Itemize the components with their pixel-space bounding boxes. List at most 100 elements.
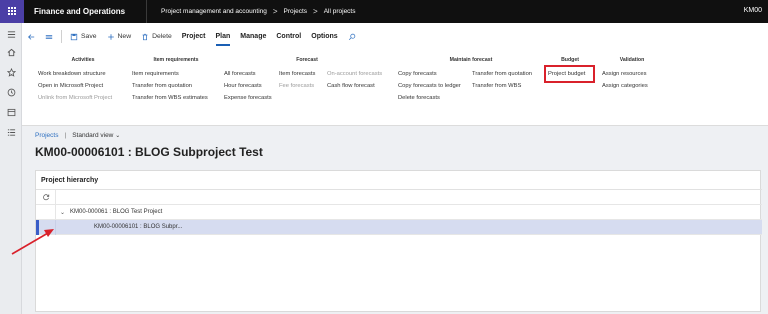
- menu-item-item-requirements[interactable]: Item requirements: [132, 68, 220, 80]
- company-picker[interactable]: KM00: [744, 7, 762, 14]
- chevron-right-icon: >: [272, 7, 278, 16]
- back-button[interactable]: [22, 23, 40, 50]
- forecast-column-2: Item forecasts Fee forecasts: [279, 68, 315, 92]
- search-icon: [348, 33, 355, 40]
- action-pane: Save New Delete Project Plan Manage Cont…: [22, 23, 768, 126]
- chevron-right-icon: >: [313, 7, 318, 16]
- breadcrumb: Project management and accounting > Proj…: [161, 7, 356, 16]
- maintain-forecast-column-1: Copy forecasts Copy forecasts to ledger …: [398, 68, 461, 104]
- view-selector-label: Standard view: [72, 132, 114, 139]
- page-breadcrumb: Projects | Standard view ⌄: [35, 132, 120, 139]
- tab-control[interactable]: Control: [271, 23, 306, 50]
- chevron-down-icon[interactable]: ⌄: [60, 209, 65, 216]
- arrow-left-icon: [28, 33, 35, 40]
- forecast-column-3: On-account forecasts Cash flow forecast: [327, 68, 382, 92]
- refresh-button[interactable]: [36, 189, 56, 205]
- tab-manage[interactable]: Manage: [235, 23, 271, 50]
- group-maintain-forecast: Maintain forecast Copy forecasts Copy fo…: [396, 57, 546, 117]
- project-hierarchy-card: Project hierarchy ⌄ KM00-000061 : BLOG T…: [35, 170, 762, 312]
- tree-row-label: KM00-00006101 : BLOG Subpr...: [94, 224, 183, 230]
- menu-item-work-breakdown-structure[interactable]: Work breakdown structure: [38, 68, 128, 80]
- menu-item-transfer-from-quotation[interactable]: Transfer from quotation: [132, 80, 220, 92]
- group-title-forecast: Forecast: [296, 57, 318, 63]
- top-bar: Finance and Operations Project managemen…: [0, 0, 768, 23]
- home-icon[interactable]: [6, 47, 16, 57]
- project-hierarchy-header[interactable]: Project hierarchy: [36, 171, 762, 190]
- topbar-divider: [146, 0, 147, 23]
- star-favorites-icon[interactable]: [6, 67, 16, 77]
- trash-icon: [142, 33, 148, 40]
- tab-project[interactable]: Project: [177, 23, 211, 50]
- view-selector[interactable]: Standard view ⌄: [72, 132, 120, 139]
- menu-item-delete-forecasts[interactable]: Delete forecasts: [398, 92, 461, 104]
- hamburger-menu-icon[interactable]: [6, 29, 16, 39]
- breadcrumb-projects[interactable]: Projects: [284, 8, 307, 15]
- toolbar-divider: [61, 30, 62, 43]
- group-forecast: Forecast All forecasts Hour forecasts Ex…: [222, 57, 392, 117]
- group-activities: Activities Work breakdown structure Open…: [38, 57, 128, 104]
- save-label: Save: [81, 33, 97, 40]
- tab-plan[interactable]: Plan: [211, 23, 236, 50]
- hierarchy-grid: ⌄ KM00-000061 : BLOG Test Project KM00-0…: [36, 189, 762, 235]
- menu-item-assign-categories[interactable]: Assign categories: [602, 80, 662, 92]
- menu-item-on-account-forecasts[interactable]: On-account forecasts: [327, 68, 382, 80]
- waffle-icon: [7, 7, 17, 16]
- chevron-down-icon: ⌄: [115, 133, 121, 139]
- search-button[interactable]: [343, 23, 361, 50]
- tree-row-parent[interactable]: ⌄ KM00-000061 : BLOG Test Project: [36, 204, 762, 220]
- app-launcher-button[interactable]: [0, 0, 24, 23]
- grid-toolbar-row: [36, 189, 762, 205]
- menu-item-hour-forecasts[interactable]: Hour forecasts: [224, 80, 272, 92]
- new-button[interactable]: New: [102, 23, 137, 50]
- selection-indicator: [36, 220, 39, 235]
- left-nav-rail: [0, 23, 22, 314]
- menu-item-copy-forecasts-to-ledger[interactable]: Copy forecasts to ledger: [398, 80, 461, 92]
- row-selector-cell[interactable]: [36, 204, 56, 220]
- page-title: KM00-00006101 : BLOG Subproject Test: [35, 145, 263, 159]
- menu-item-expense-forecasts[interactable]: Expense forecasts: [224, 92, 272, 104]
- breadcrumb-all-projects[interactable]: All projects: [324, 8, 356, 15]
- menu-item-mf-transfer-from-quotation[interactable]: Transfer from quotation: [472, 68, 532, 80]
- menu-item-open-in-ms-project[interactable]: Open in Microsoft Project: [38, 80, 128, 92]
- app-title[interactable]: Finance and Operations: [34, 7, 146, 16]
- refresh-icon: [42, 194, 49, 201]
- group-validation: Validation Assign resources Assign categ…: [602, 57, 662, 92]
- row-selector-cell[interactable]: [36, 219, 56, 235]
- menu-item-transfer-from-wbs-estimates[interactable]: Transfer from WBS estimates: [132, 92, 220, 104]
- menu-item-item-forecasts[interactable]: Item forecasts: [279, 68, 315, 80]
- project-budget-highlight-box: [544, 65, 595, 83]
- list-icon: [45, 34, 53, 39]
- crumb-separator: |: [64, 132, 67, 139]
- page-content: Projects | Standard view ⌄ KM00-00006101…: [22, 126, 768, 314]
- new-label: New: [117, 33, 132, 40]
- menu-item-all-forecasts[interactable]: All forecasts: [224, 68, 272, 80]
- menu-item-cash-flow-forecast[interactable]: Cash flow forecast: [327, 80, 382, 92]
- list-view-button[interactable]: [40, 23, 58, 50]
- maintain-forecast-column-2: Transfer from quotation Transfer from WB…: [472, 68, 532, 92]
- plus-icon: [107, 33, 114, 40]
- action-pane-tabs: Save New Delete Project Plan Manage Cont…: [22, 23, 768, 50]
- menu-item-transfer-from-wbs[interactable]: Transfer from WBS: [472, 80, 532, 92]
- delete-label: Delete: [152, 33, 172, 40]
- group-title-item-requirements: Item requirements: [153, 57, 199, 63]
- save-button[interactable]: Save: [65, 23, 102, 50]
- save-icon: [70, 33, 78, 40]
- breadcrumb-module[interactable]: Project management and accounting: [161, 8, 267, 15]
- menu-item-assign-resources[interactable]: Assign resources: [602, 68, 662, 80]
- recent-clock-icon[interactable]: [6, 87, 16, 97]
- crumb-projects-link[interactable]: Projects: [35, 132, 58, 139]
- delete-button[interactable]: Delete: [136, 23, 177, 50]
- tab-options[interactable]: Options: [306, 23, 342, 50]
- menu-item-copy-forecasts[interactable]: Copy forecasts: [398, 68, 461, 80]
- tree-row-label: KM00-000061 : BLOG Test Project: [70, 209, 163, 215]
- group-title-validation: Validation: [619, 57, 645, 63]
- group-item-requirements: Item requirements Item requirements Tran…: [132, 57, 220, 104]
- tree-row-selected[interactable]: KM00-00006101 : BLOG Subpr...: [36, 219, 762, 235]
- modules-list-icon[interactable]: [6, 127, 16, 137]
- group-title-budget: Budget: [561, 57, 579, 63]
- menu-item-fee-forecasts[interactable]: Fee forecasts: [279, 80, 315, 92]
- group-title-activities: Activities: [71, 57, 95, 63]
- menu-item-unlink-ms-project[interactable]: Unlink from Microsoft Project: [38, 92, 128, 104]
- workspaces-icon[interactable]: [6, 107, 16, 117]
- group-title-maintain-forecast: Maintain forecast: [449, 57, 493, 63]
